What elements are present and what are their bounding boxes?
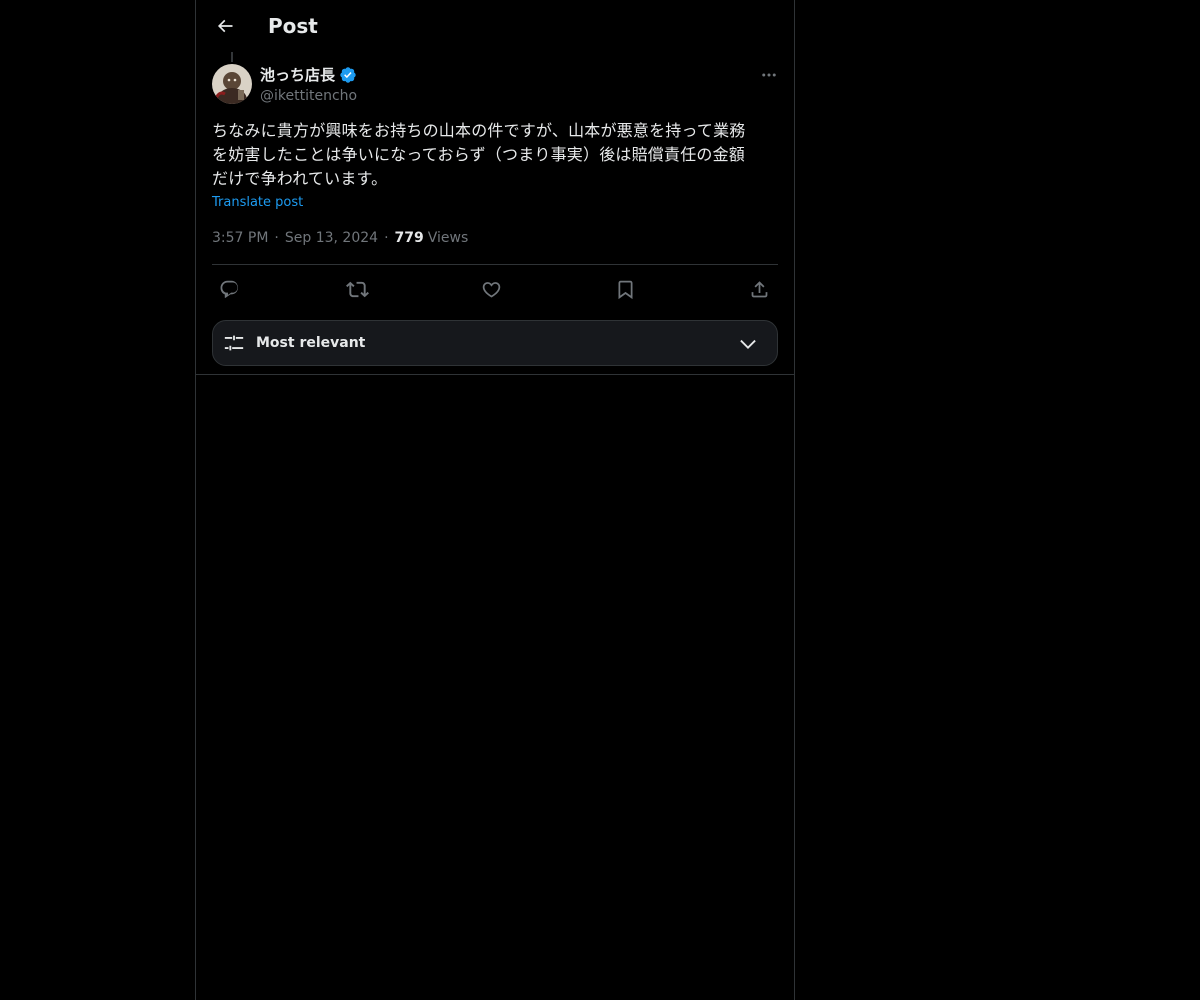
meta-separator: ·	[384, 230, 389, 246]
main-column: Post 池っち店長 @ikettitencho ちなみに貴方が興味をお持ちの山…	[195, 0, 795, 1000]
back-arrow-icon	[217, 19, 233, 33]
divider	[212, 264, 778, 265]
author-handle[interactable]: @ikettitencho	[260, 86, 357, 106]
like-button[interactable]	[474, 272, 508, 306]
author-name-row: 池っち店長	[260, 64, 357, 86]
reply-sort-dropdown[interactable]: Most relevant	[212, 320, 778, 366]
author-name[interactable]: 池っち店長	[260, 65, 335, 85]
sliders-icon	[224, 335, 244, 351]
views-label: Views	[427, 230, 469, 246]
avatar-image	[212, 64, 252, 104]
like-icon	[482, 281, 500, 298]
views-count: 779	[394, 230, 424, 246]
post-meta: 3:57 PM · Sep 13, 2024 · 779 Views	[212, 228, 468, 248]
reply-button[interactable]	[212, 272, 246, 306]
repost-button[interactable]	[340, 272, 374, 306]
bookmark-icon	[618, 280, 632, 299]
more-options-button[interactable]	[754, 64, 784, 86]
chevron-down-icon	[740, 339, 756, 349]
thread-connector-line	[231, 52, 233, 62]
repost-icon	[345, 281, 369, 297]
more-dots-icon	[762, 73, 776, 77]
post-text: ちなみに貴方が興味をお持ちの山本の件ですが、山本が悪意を持って業務 を妨害したこ…	[212, 121, 746, 188]
post-date[interactable]: Sep 13, 2024	[285, 228, 378, 248]
bookmark-button[interactable]	[608, 272, 642, 306]
verified-badge-icon	[339, 66, 357, 84]
reply-icon	[220, 280, 238, 298]
page-title: Post	[268, 14, 318, 38]
avatar[interactable]	[212, 64, 252, 104]
translate-post-link[interactable]: Translate post	[212, 194, 303, 212]
share-button[interactable]	[742, 272, 776, 306]
meta-separator: ·	[274, 230, 279, 246]
section-divider	[196, 374, 794, 375]
post-time[interactable]: 3:57 PM	[212, 228, 268, 248]
back-button[interactable]	[208, 9, 242, 43]
page-header: Post	[196, 0, 794, 53]
share-icon	[751, 280, 767, 297]
sort-label: Most relevant	[256, 335, 366, 351]
action-bar	[212, 272, 778, 306]
